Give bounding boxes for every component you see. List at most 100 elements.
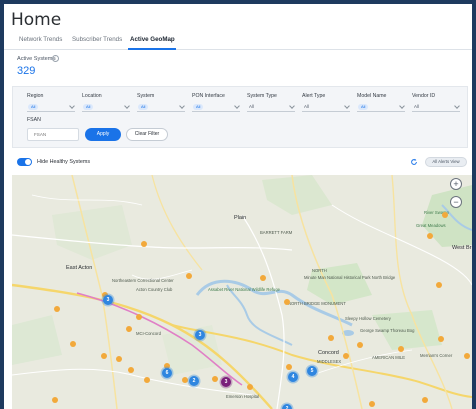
pon-interface-select[interactable]: All — [192, 103, 240, 112]
system-type-select[interactable]: All — [247, 103, 295, 112]
map-label: MCI-Concord — [136, 331, 161, 336]
system-marker[interactable] — [101, 353, 107, 359]
map-label: Assabet River National Wildlife Refuge — [208, 287, 280, 292]
model-name-chip: All — [358, 104, 369, 110]
alert-type-select[interactable]: All — [302, 103, 350, 112]
system-cluster[interactable]: 3 — [103, 295, 113, 305]
chevron-down-icon — [454, 103, 460, 109]
pon-interface-chip: All — [193, 104, 204, 110]
region-select[interactable]: All — [27, 103, 75, 112]
vendor-id-value: All — [414, 104, 419, 109]
zoom-in-button[interactable]: + — [450, 178, 462, 190]
active-systems-label: Active Systems — [17, 56, 56, 62]
system-marker[interactable] — [260, 275, 266, 281]
system-cluster[interactable]: 4 — [288, 372, 298, 382]
system-marker[interactable] — [144, 377, 150, 383]
system-marker[interactable] — [186, 273, 192, 279]
toggle-knob — [25, 159, 31, 165]
filter-label-system: System — [137, 93, 155, 99]
map-label: AMERICAN MILE — [372, 355, 406, 360]
refresh-icon[interactable] — [410, 158, 418, 166]
chevron-down-icon — [124, 103, 130, 109]
system-cluster[interactable]: 3 — [195, 330, 205, 340]
map-label: Emerson Hospital — [226, 394, 260, 399]
system-marker[interactable] — [284, 299, 290, 305]
hide-healthy-toggle[interactable] — [17, 158, 32, 166]
system-marker[interactable] — [136, 314, 142, 320]
tab-subscriber-trends[interactable]: Subscriber Trends — [72, 36, 122, 43]
system-marker[interactable] — [182, 377, 188, 383]
system-marker[interactable] — [54, 306, 60, 312]
geo-map[interactable]: + − Plain BARRETT FARM East Acton Northe… — [12, 175, 472, 409]
map-label: Northeastern Correctional Center — [112, 278, 174, 283]
system-marker[interactable] — [369, 401, 375, 407]
system-marker[interactable] — [141, 241, 147, 247]
zoom-out-button[interactable]: − — [450, 196, 462, 208]
tab-active-geomap[interactable]: Active GeoMap — [130, 36, 175, 43]
map-label: Great Meadows — [416, 223, 446, 228]
system-marker[interactable] — [116, 356, 122, 362]
map-label: East Acton — [66, 265, 93, 271]
system-select[interactable]: All — [137, 103, 185, 112]
system-marker[interactable] — [422, 397, 428, 403]
system-cluster[interactable]: 6 — [162, 368, 172, 378]
system-marker[interactable] — [126, 326, 132, 332]
all-alerts-view-button[interactable]: All Alerts View — [425, 157, 467, 167]
map-label: Plain — [234, 215, 247, 221]
system-type-value: All — [249, 104, 254, 109]
map-label: George Swamp Thoreau Bog — [360, 328, 415, 333]
chevron-down-icon — [179, 103, 185, 109]
map-background — [12, 175, 472, 409]
system-marker[interactable] — [427, 233, 433, 239]
map-label: NORTH — [312, 268, 327, 273]
active-systems-count: 329 — [17, 65, 36, 77]
location-chip: All — [83, 104, 94, 110]
tab-network-trends[interactable]: Network Trends — [19, 36, 62, 43]
map-label: Acton Country Club — [136, 287, 173, 292]
fsan-input[interactable] — [27, 128, 79, 141]
map-label: MIDDLESEX — [317, 359, 342, 364]
system-marker[interactable] — [436, 282, 442, 288]
region-chip: All — [28, 104, 39, 110]
system-marker[interactable] — [464, 353, 470, 359]
vendor-id-select[interactable]: All — [412, 103, 460, 112]
system-chip: All — [138, 104, 149, 110]
alert-type-value: All — [304, 104, 309, 109]
filter-label-location: Location — [82, 93, 102, 99]
chevron-down-icon — [69, 103, 75, 109]
system-marker[interactable] — [357, 342, 363, 348]
chevron-down-icon — [399, 103, 405, 109]
system-marker[interactable] — [328, 335, 334, 341]
location-select[interactable]: All — [82, 103, 130, 112]
info-icon[interactable]: i — [52, 55, 59, 62]
chevron-down-icon — [344, 103, 350, 109]
apply-button[interactable]: Apply — [85, 128, 121, 141]
clear-filter-button[interactable]: Clear Filter — [126, 128, 168, 141]
filter-label-alert-type: Alert Type — [302, 93, 326, 99]
system-cluster[interactable]: 5 — [307, 366, 317, 376]
filter-panel: Region Location System PON Interface Sys… — [12, 86, 468, 148]
filter-label-system-type: System Type — [247, 93, 277, 99]
model-name-select[interactable]: All — [357, 103, 405, 112]
tab-bar: Network Trends Subscriber Trends Active … — [4, 34, 472, 50]
filter-label-vendor-id: Vendor ID — [412, 93, 436, 99]
system-marker[interactable] — [442, 212, 448, 218]
system-marker[interactable] — [212, 376, 218, 382]
map-label: BARRETT FARM — [260, 230, 293, 235]
system-marker[interactable] — [398, 346, 404, 352]
system-marker[interactable] — [128, 367, 134, 373]
system-marker[interactable] — [52, 397, 58, 403]
system-marker[interactable] — [343, 353, 349, 359]
system-cluster[interactable]: 2 — [189, 376, 199, 386]
system-marker[interactable] — [247, 384, 253, 390]
system-marker[interactable] — [438, 336, 444, 342]
system-marker[interactable] — [70, 341, 76, 347]
critical-system-cluster[interactable]: 3 — [221, 377, 231, 387]
system-cluster[interactable]: 2 — [282, 404, 292, 409]
filter-label-pon-interface: PON Interface — [192, 93, 225, 99]
system-marker[interactable] — [286, 364, 292, 370]
map-label: West Br — [452, 245, 472, 251]
map-label: Concord — [318, 350, 339, 356]
dashboard-window: Home Network Trends Subscriber Trends Ac… — [4, 4, 472, 409]
filter-label-region: Region — [27, 93, 44, 99]
